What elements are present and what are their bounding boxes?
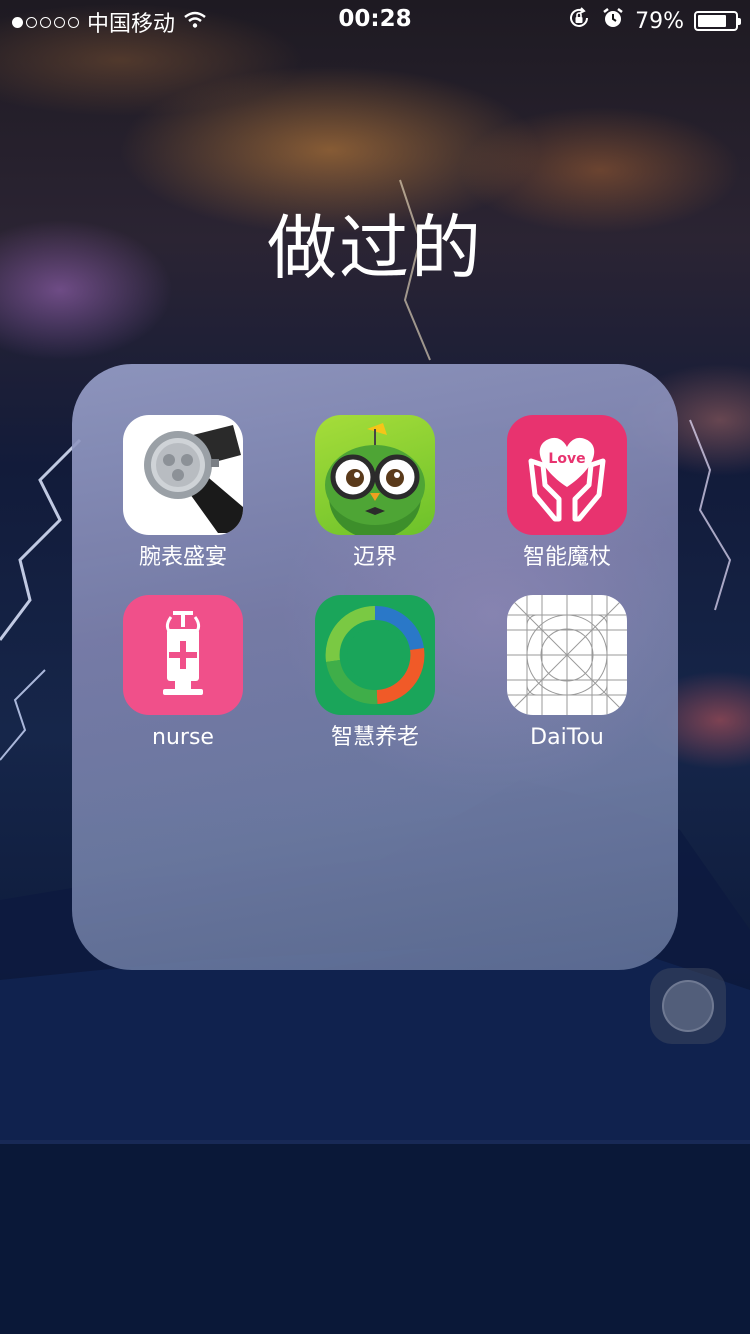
ring-icon <box>315 595 435 715</box>
app-smart-wand[interactable]: Love 智能魔杖 <box>487 415 647 573</box>
folder-title[interactable]: 做过的 <box>0 192 750 293</box>
grid-template-icon <box>507 595 627 715</box>
app-label: nurse <box>152 725 214 750</box>
owl-icon <box>315 415 435 535</box>
app-label: 腕表盛宴 <box>138 545 227 570</box>
assistive-touch-button[interactable] <box>650 968 726 1044</box>
watch-icon <box>123 415 243 535</box>
battery-level <box>698 15 727 27</box>
app-maijie[interactable]: 迈界 <box>295 415 455 573</box>
app-smart-elderly-care[interactable]: 智慧养老 <box>295 595 455 753</box>
status-bar: 中国移动 00:28 79% <box>0 0 750 40</box>
folder-panel: 腕表盛宴 迈界 Love 智能魔杖 nurse 智慧养老 DaiTou <box>72 364 678 970</box>
app-label: 迈界 <box>352 545 397 570</box>
love-hands-icon: Love <box>507 415 627 535</box>
status-right: 79% <box>567 6 741 36</box>
app-label: DaiTou <box>530 725 604 750</box>
app-watch-feast[interactable]: 腕表盛宴 <box>103 415 263 573</box>
app-daitou[interactable]: DaiTou <box>487 595 647 753</box>
app-nurse[interactable]: nurse <box>103 595 263 753</box>
assistive-touch-icon <box>662 980 714 1032</box>
love-text: Love <box>548 451 585 467</box>
rotation-lock-icon <box>567 6 591 36</box>
battery-icon <box>694 11 741 31</box>
alarm-icon <box>601 6 625 36</box>
syringe-icon <box>123 595 243 715</box>
app-label: 智能魔杖 <box>522 545 611 570</box>
app-label: 智慧养老 <box>330 725 419 750</box>
battery-percent: 79% <box>635 8 684 34</box>
